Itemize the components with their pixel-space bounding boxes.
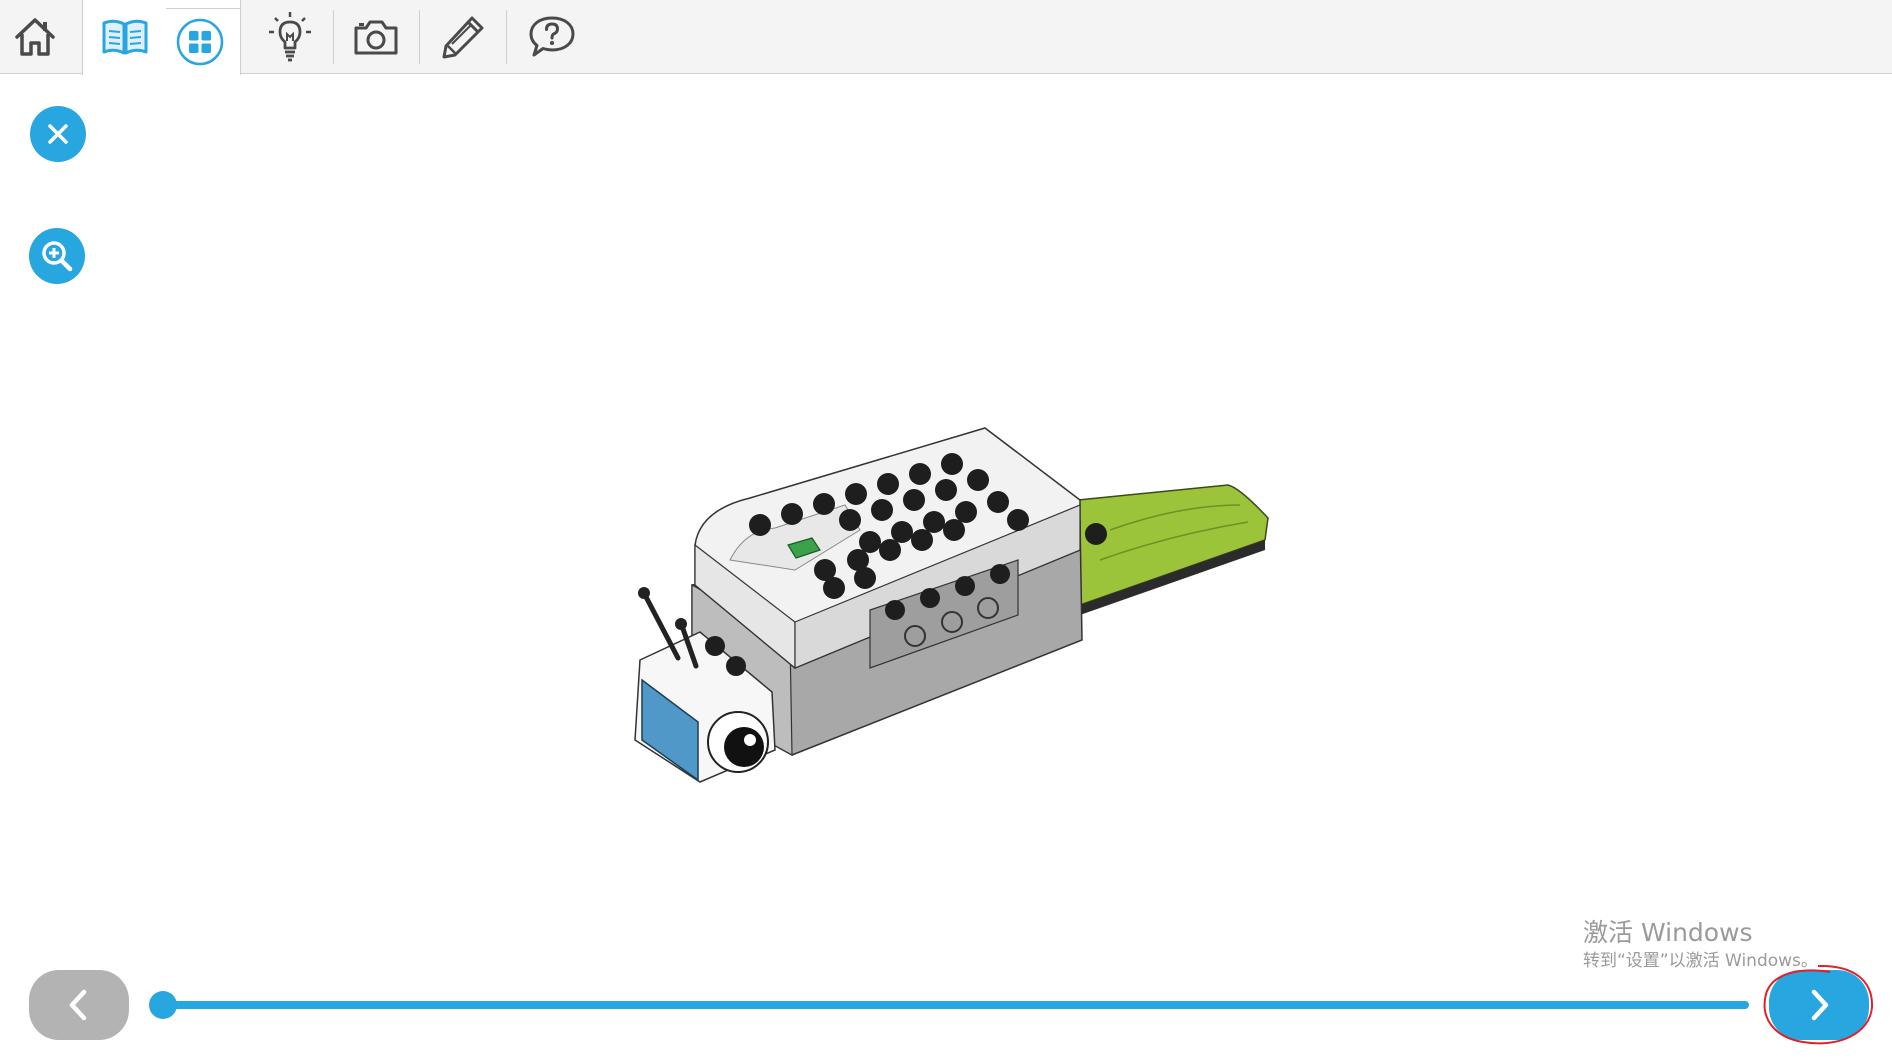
ideas-button[interactable]: [264, 0, 316, 74]
step-progress-slider[interactable]: [163, 1001, 1749, 1009]
watermark-title: 激活 Windows: [1583, 918, 1753, 947]
next-step-button[interactable]: [1769, 970, 1869, 1040]
camera-button[interactable]: [350, 0, 402, 74]
windows-activation-watermark: 激活 Windows 转到“设置”以激活 Windows。: [1583, 918, 1818, 972]
tab-divider: [166, 8, 241, 9]
close-button[interactable]: [30, 106, 86, 162]
home-icon: [15, 18, 55, 56]
previous-step-button[interactable]: [29, 970, 129, 1040]
grid-button[interactable]: [172, 14, 228, 70]
chevron-left-icon: [69, 989, 87, 1021]
chevron-right-icon: [1811, 989, 1829, 1021]
watermark-subtitle: 转到“设置”以激活 Windows。: [1583, 951, 1818, 971]
edit-button[interactable]: [437, 0, 489, 74]
close-icon: [48, 124, 68, 144]
pencil-icon: [442, 16, 484, 59]
camera-icon: [354, 20, 398, 55]
toolbar-separator: [506, 10, 507, 64]
top-toolbar: [0, 0, 1892, 75]
leaf-piece: [1077, 484, 1269, 615]
toolbar-separator: [419, 10, 420, 64]
zoom-in-icon: [42, 241, 73, 272]
help-button[interactable]: [524, 0, 580, 74]
instructions-button[interactable]: [98, 0, 152, 74]
lightbulb-icon: [269, 12, 311, 62]
toolbar-separator: [333, 10, 334, 64]
home-button[interactable]: [6, 0, 64, 74]
grid-icon: [176, 18, 224, 66]
open-book-icon: [102, 19, 148, 55]
question-bubble-icon: [529, 16, 575, 57]
lego-snail-model: [634, 427, 1269, 783]
slider-thumb[interactable]: [149, 991, 177, 1019]
zoom-in-button[interactable]: [29, 228, 85, 284]
